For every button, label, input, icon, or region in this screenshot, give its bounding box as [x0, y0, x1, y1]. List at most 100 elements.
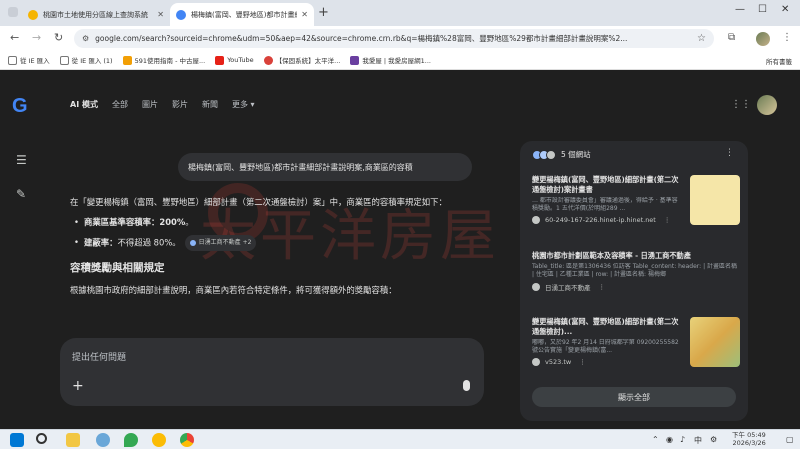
source-snippet: Table_title: 區是第1306436 位訪客 Table_conten… [532, 263, 738, 278]
tray-chevron-icon[interactable]: ⌃ [652, 435, 659, 444]
ai-answer: 在「變更楊梅鎮（富岡、豐野地區）細部計畫（第二次通盤檢討）案」中，商業區的容積率… [70, 195, 490, 303]
source-card[interactable]: 桃園市都市計劃區範本及容積率 - 日湧工商不動產 Table_title: 區是… [532, 251, 740, 292]
tab-news[interactable]: 新聞 [202, 99, 218, 110]
new-chat-edit-icon[interactable]: ✎ [16, 187, 26, 201]
tab-title: 楊梅鎮(富岡、豐野地區)都市計畫細部計畫說明... [191, 10, 297, 19]
tab-ai-mode[interactable]: AI 模式 [70, 99, 98, 110]
app-icon[interactable] [96, 433, 110, 447]
minimize-icon[interactable]: — [735, 4, 745, 15]
tab-videos[interactable]: 影片 [172, 99, 188, 110]
microphone-icon[interactable] [463, 380, 470, 391]
history-list-icon[interactable]: ☰ [16, 153, 27, 167]
site-favicon-icon [263, 55, 273, 65]
extensions-icon[interactable]: ⧉ [728, 32, 735, 43]
bookmark-591[interactable]: 591使用指南 - 中古屋... [122, 55, 205, 65]
sources-panel: 5 個網站 ⋮ 變更楊梅鎮(富岡、豐野地區)細部計畫(第二次通盤檢討)案計畫書 … [520, 141, 748, 421]
source-icon [189, 240, 196, 246]
sources-header[interactable]: 5 個網站 [532, 149, 591, 160]
more-options-icon[interactable]: ⋮ [599, 283, 606, 291]
browser-tab-1[interactable]: 桃園市土地使用分區線上查詢系統 ✕ [22, 3, 170, 26]
network-icon[interactable]: ◉ [666, 435, 673, 444]
back-icon[interactable]: ← [10, 31, 19, 44]
forward-icon[interactable]: → [32, 31, 41, 44]
site-favicon-icon [122, 55, 132, 65]
answer-intro: 在「變更楊梅鎮（富岡、豐野地區）細部計畫（第二次通盤檢討）案」中，商業區的容積率… [70, 197, 447, 207]
tab-images[interactable]: 圖片 [142, 99, 158, 110]
ask-placeholder: 提出任何問題 [72, 353, 127, 363]
bookmarks-bar: 從 IE 匯入 從 IE 匯入 (1) 591使用指南 - 中古屋... You… [0, 51, 800, 70]
reload-icon[interactable]: ↻ [54, 31, 63, 44]
list-item: 建蔽率：不得超過 80%。日湧工商不動產 +2 [72, 235, 490, 251]
bookmark-iloveroom[interactable]: 我愛屋 | 我愛房屋網1... [350, 55, 431, 65]
chrome-icon[interactable] [180, 433, 194, 447]
clock[interactable]: 下午 05:49 2026/3/26 [732, 431, 766, 447]
google-page: G ☰ ✎ AI 模式 全部 圖片 影片 新聞 更多 ▾ ⋮⋮ 太平洋房屋 楊梅… [0, 71, 800, 429]
source-title: 桃園市都市計劃區範本及容積率 - 日湧工商不動產 [532, 251, 691, 260]
show-all-button[interactable]: 顯示全部 [532, 387, 736, 407]
account-avatar[interactable] [757, 95, 777, 115]
folder-icon [59, 55, 69, 65]
folder-icon [8, 55, 17, 65]
answer-list: 商業區基準容積率：200%。 建蔽率：不得超過 80%。日湧工商不動產 +2 [72, 215, 490, 251]
start-icon[interactable] [10, 433, 24, 447]
source-site: 日湧工商不動產 ⋮ [532, 282, 740, 292]
source-chip[interactable]: 日湧工商不動產 +2 [184, 235, 257, 251]
ask-input-box[interactable]: 提出任何問題 + [60, 338, 484, 406]
menu-icon[interactable]: ⋮ [782, 32, 792, 43]
maps-icon[interactable] [124, 433, 138, 447]
more-options-icon[interactable]: ⋮ [725, 148, 734, 158]
all-bookmarks[interactable]: 所有書籤 [766, 56, 792, 66]
notification-icon[interactable]: ▢ [786, 435, 794, 444]
close-tab-icon[interactable]: ✕ [301, 10, 308, 19]
source-card[interactable]: 變更楊梅鎮(富岡、豐野地區)細部計畫(第二次通盤檢討)案計畫書 … 都市設計審議… [532, 175, 740, 225]
tab-strip: 桃園市土地使用分區線上查詢系統 ✕ 楊梅鎮(富岡、豐野地區)都市計畫細部計畫說明… [0, 0, 800, 26]
ime-settings-icon[interactable]: ⚙ [710, 435, 717, 444]
close-tab-icon[interactable]: ✕ [157, 10, 164, 19]
user-query-bubble: 楊梅鎮(富岡、豐野地區)都市計畫細部計畫說明案,商業區的容積 [178, 153, 472, 181]
answer-heading: 容積獎勵與相關規定 [70, 262, 165, 274]
google-logo[interactable]: G [12, 95, 28, 118]
url-text: google.com/search?sourceid=chrome&udm=50… [95, 34, 628, 43]
windows-taskbar: ⌃ ◉ ♪ 中 ⚙ 下午 05:49 2026/3/26 ▢ [0, 429, 800, 449]
more-options-icon[interactable]: ⋮ [579, 358, 586, 366]
ime-indicator[interactable]: 中 [694, 435, 702, 446]
site-favicon-icon [532, 216, 540, 224]
google-apps-icon[interactable]: ⋮⋮ [731, 99, 751, 110]
source-thumbnail [690, 175, 740, 225]
address-bar[interactable]: ⚙ google.com/search?sourceid=chrome&udm=… [74, 29, 714, 48]
google-favicon-icon [176, 9, 186, 20]
bookmark-warranty[interactable]: 【保固系統】太平洋... [263, 55, 340, 65]
profile-avatar[interactable] [756, 32, 770, 46]
answer-paragraph: 根據桃園市政府的細部計畫說明，商業區內若符合特定條件，將可獲得額外的獎勵容積： [70, 285, 397, 295]
source-card[interactable]: 變更楊梅鎮(富岡、豐野地區)細部計畫(第二次通盤檢討)... 嘟嘟，又於92 年… [532, 317, 740, 367]
youtube-icon [215, 55, 225, 65]
favicon-icon [28, 9, 38, 20]
site-favicon-icon [532, 358, 540, 366]
app-icon[interactable] [152, 433, 166, 447]
tab-more[interactable]: 更多 ▾ [232, 99, 255, 110]
site-info-icon[interactable]: ⚙ [82, 34, 89, 43]
add-attachment-icon[interactable]: + [72, 378, 84, 394]
speaker-icon[interactable]: ♪ [680, 435, 685, 444]
bookmark-star-icon[interactable]: ☆ [697, 33, 706, 44]
bookmark-folder-2[interactable]: 從 IE 匯入 (1) [59, 55, 113, 65]
source-snippet: 嘟嘟，又於92 年2 月14 日府城都字第 09200255582 號公告實施「… [532, 339, 679, 354]
bookmark-youtube[interactable]: YouTube [215, 55, 254, 65]
site-favicon-icon [546, 149, 556, 160]
list-item: 商業區基準容積率：200%。 [72, 215, 490, 229]
tab-all[interactable]: 全部 [112, 99, 128, 110]
more-options-icon[interactable]: ⋮ [664, 216, 671, 224]
source-map-thumbnail [690, 317, 740, 367]
close-window-icon[interactable]: ✕ [781, 4, 789, 15]
file-explorer-icon[interactable] [66, 433, 80, 447]
bookmark-folder-1[interactable]: 從 IE 匯入 [8, 55, 50, 65]
search-icon[interactable] [36, 433, 47, 444]
browser-tab-2[interactable]: 楊梅鎮(富岡、豐野地區)都市計畫細部計畫說明... ✕ [170, 3, 314, 26]
browser-toolbar: ← → ↻ ⚙ google.com/search?sourceid=chrom… [0, 26, 800, 51]
tab-search-icon[interactable] [8, 7, 18, 17]
source-title: 變更楊梅鎮(富岡、豐野地區)細部計畫(第二次通盤檢討)案計畫書 [532, 175, 679, 194]
new-tab-icon[interactable]: + [318, 5, 329, 20]
site-favicon-icon [350, 55, 360, 65]
maximize-icon[interactable]: ☐ [758, 4, 767, 15]
left-rail: G ☰ ✎ [0, 71, 46, 429]
